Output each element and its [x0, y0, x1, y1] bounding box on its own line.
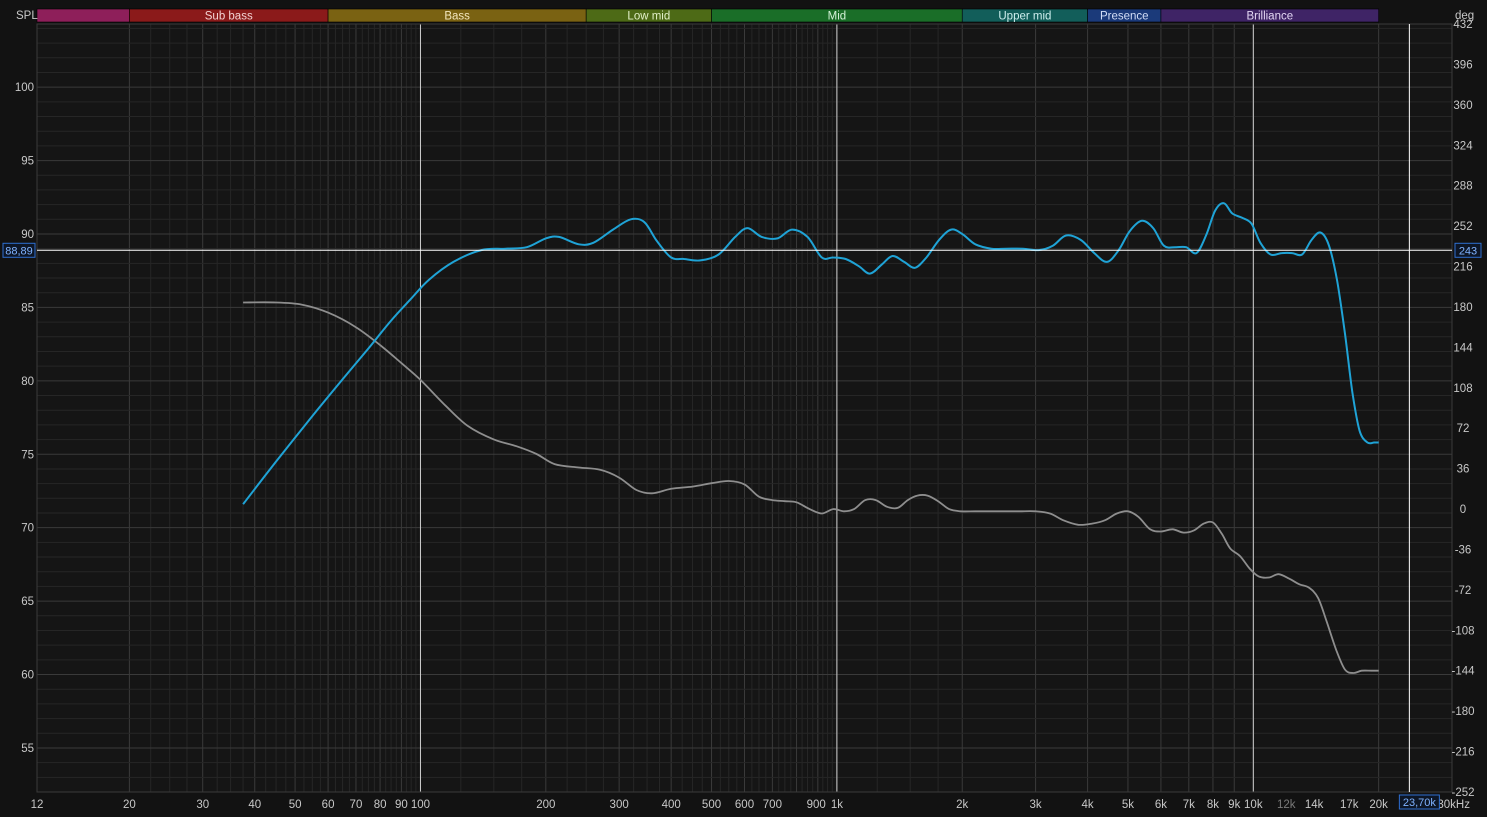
x-tick-label: 6k	[1155, 799, 1167, 811]
x-tick-label: 1k	[831, 799, 843, 811]
x-tick-label: 500	[702, 799, 721, 811]
x-tick-label: 200	[536, 799, 555, 811]
x-tick-label: 900	[807, 799, 826, 811]
band-label-1: Sub bass	[205, 11, 253, 23]
x-tick-label: 4k	[1082, 799, 1094, 811]
band-label-2: Bass	[444, 11, 470, 23]
x-tick-label: 5k	[1122, 799, 1134, 811]
band-0[interactable]	[36, 8, 130, 23]
spl-tick-label: 75	[21, 449, 34, 461]
deg-tick-label: -252	[1451, 787, 1474, 799]
x-tick-label: 30	[196, 799, 209, 811]
cursor-deg-readout: 243	[1459, 245, 1477, 257]
deg-tick-label: 396	[1453, 59, 1472, 71]
deg-tick-label: -72	[1455, 585, 1472, 597]
x-tick-label: 90	[395, 799, 408, 811]
deg-tick-label: 216	[1453, 262, 1472, 274]
cursor-freq-readout: 23,70k	[1403, 797, 1437, 809]
x-tick-label: 7k	[1183, 799, 1195, 811]
x-tick-label: 8k	[1207, 799, 1219, 811]
deg-tick-label: 288	[1453, 181, 1472, 193]
spl-tick-label: 65	[21, 596, 34, 608]
x-tick-label: 400	[662, 799, 681, 811]
deg-tick-label: 360	[1453, 100, 1472, 112]
deg-tick-label: -36	[1455, 544, 1472, 556]
deg-axis-title: deg	[1455, 10, 1474, 22]
x-tick-label: 700	[763, 799, 782, 811]
x-tick-label: 3k	[1029, 799, 1041, 811]
x-tick-label: 30kHz	[1437, 799, 1470, 811]
deg-tick-label: 252	[1453, 221, 1472, 233]
x-tick-label: 14k	[1305, 799, 1324, 811]
band-label-4: Mid	[828, 11, 847, 23]
deg-tick-label: 180	[1453, 302, 1472, 314]
band-label-3: Low mid	[627, 11, 670, 23]
x-tick-label: 12	[31, 799, 44, 811]
deg-tick-label: 108	[1453, 383, 1472, 395]
x-tick-label: 17k	[1340, 799, 1359, 811]
deg-tick-label: -180	[1451, 706, 1474, 718]
x-tick-label: 9k	[1228, 799, 1240, 811]
spl-tick-label: 85	[21, 302, 34, 314]
deg-tick-label: 72	[1457, 423, 1470, 435]
spl-tick-label: 100	[15, 82, 34, 94]
x-tick-label: 80	[374, 799, 387, 811]
x-tick-label: 10k	[1244, 799, 1263, 811]
band-label-6: Presence	[1100, 11, 1149, 23]
cursor-spl-readout: 88,89	[5, 245, 33, 257]
frequency-response-graph[interactable]: Sub bass Bass Low mid Mid Upper mid Presence B…	[0, 0, 1487, 817]
x-tick-label: 40	[248, 799, 261, 811]
spl-tick-label: 60	[21, 670, 34, 682]
x-tick-label: 20	[123, 799, 136, 811]
x-tick-label: 12k	[1277, 799, 1296, 811]
x-tick-label: 300	[610, 799, 629, 811]
spl-tick-label: 80	[21, 376, 34, 388]
deg-tick-label: 144	[1453, 342, 1473, 354]
deg-tick-label: -216	[1451, 747, 1474, 759]
spl-tick-label: 70	[21, 523, 34, 535]
deg-tick-label: -108	[1451, 625, 1474, 637]
band-label-5: Upper mid	[998, 11, 1051, 23]
band-label-7: Brilliance	[1246, 11, 1293, 23]
x-tick-label: 600	[735, 799, 754, 811]
spl-tick-label: 90	[21, 229, 34, 241]
deg-tick-label: 0	[1460, 504, 1466, 516]
deg-tick-label: 324	[1453, 140, 1473, 152]
spl-tick-label: 55	[21, 743, 34, 755]
frequency-band-bar: Sub bass Bass Low mid Mid Upper mid Presence B…	[36, 8, 1379, 23]
x-tick-label: 70	[350, 799, 363, 811]
x-tick-label: 20k	[1369, 799, 1388, 811]
spl-tick-label: 95	[21, 156, 34, 168]
x-tick-label: 2k	[956, 799, 968, 811]
spl-axis-title: SPL	[16, 10, 38, 22]
x-tick-label: 100	[411, 799, 430, 811]
x-tick-label: 60	[322, 799, 335, 811]
deg-tick-label: -144	[1451, 666, 1475, 678]
x-tick-label: 50	[289, 799, 302, 811]
deg-tick-label: 36	[1457, 464, 1470, 476]
